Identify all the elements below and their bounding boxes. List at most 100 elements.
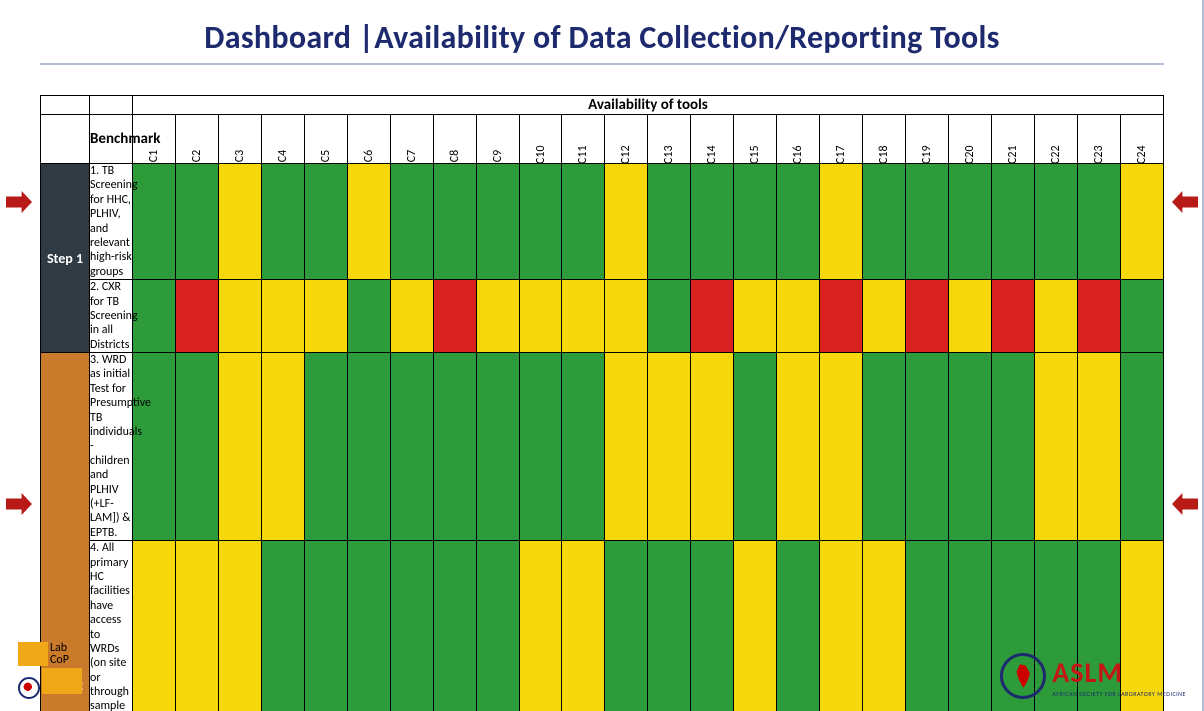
availability-heatmap-table: Availability of toolsBenchmarkC1C2C3C4C5… [40,95,1164,711]
title-underline [40,63,1164,65]
column-header: C6 [347,115,390,164]
heatmap-cell [734,353,777,541]
heatmap-cell [863,280,906,353]
heatmap-cell [132,353,175,541]
heatmap-cell [777,280,820,353]
heatmap-cell [261,280,304,353]
aslm-logo: ASLMAFRICAN SOCIETY FOR LABORATORY MEDIC… [1000,653,1186,699]
column-header: C20 [949,115,992,164]
heatmap-cell [906,280,949,353]
heatmap-cell [734,280,777,353]
heatmap-cell [347,164,390,280]
column-header: C1 [132,115,175,164]
column-header: C9 [476,115,519,164]
heatmap-cell [906,164,949,280]
heatmap-cell [132,164,175,280]
heatmap-cell [304,353,347,541]
benchmark-label: 1. TB Screening for HHC, PLHIV, and rele… [90,164,133,280]
heatmap-cell [1077,280,1120,353]
heatmap-cell [605,280,648,353]
page-title: Dashboard |Availability of Data Collecti… [40,18,1164,57]
heatmap-cell [1034,280,1077,353]
heatmap-cell [691,353,734,541]
heatmap-cell [992,353,1035,541]
heatmap-cell [691,164,734,280]
heatmap-cell [1120,164,1163,280]
heatmap-cell [1034,353,1077,541]
column-header: C4 [261,115,304,164]
heatmap-cell [218,353,261,541]
column-group-header: Availability of tools [132,96,1163,115]
benchmark-label: 2. CXR for TB Screening in all Districts [90,280,133,353]
benchmark-header: Benchmark [90,115,133,164]
heatmap-cell [863,164,906,280]
heatmap-cell [476,353,519,541]
heatmap-cell [777,164,820,280]
heatmap-cell [992,164,1035,280]
column-header: C13 [648,115,691,164]
heatmap-cell [863,353,906,541]
column-header: C3 [218,115,261,164]
heatmap-cell [218,164,261,280]
heatmap-cell [648,353,691,541]
column-header: C15 [734,115,777,164]
heatmap-cell [175,164,218,280]
callout-arrow-left-row12 [6,493,32,515]
heatmap-cell [906,353,949,541]
heatmap-cell [562,164,605,280]
column-header: C16 [777,115,820,164]
heatmap-cell [949,280,992,353]
column-header: C14 [691,115,734,164]
heatmap-cell [433,280,476,353]
heatmap-cell [820,353,863,541]
callout-arrow-left-row2 [6,191,32,213]
column-header: C21 [992,115,1035,164]
column-header: C18 [863,115,906,164]
heatmap-cell [476,164,519,280]
heatmap-cell [1120,353,1163,541]
heatmap-cell [347,353,390,541]
heatmap-cell [734,164,777,280]
heatmap-cell [1077,164,1120,280]
heatmap-cell [648,164,691,280]
heatmap-cell [218,280,261,353]
column-header: C23 [1077,115,1120,164]
column-header: C22 [1034,115,1077,164]
heatmap-cell [691,280,734,353]
heatmap-cell [1120,280,1163,353]
heatmap-cell [992,280,1035,353]
heatmap-cell [175,280,218,353]
heatmap-cell [390,164,433,280]
heatmap-cell [132,280,175,353]
heatmap-cell [261,164,304,280]
heatmap-cell [476,280,519,353]
heatmap-cell [390,280,433,353]
heatmap-cell [519,353,562,541]
column-header: C2 [175,115,218,164]
heatmap-cell [519,164,562,280]
column-header: C17 [820,115,863,164]
column-header: C12 [605,115,648,164]
heatmap-cell [820,280,863,353]
heatmap-cell [562,280,605,353]
heatmap-cell [519,280,562,353]
callout-arrow-right-row2 [1172,191,1198,213]
labcop-logo: LabCoP [18,642,82,699]
heatmap-cell [1034,164,1077,280]
heatmap-cell [347,280,390,353]
column-header: C10 [519,115,562,164]
benchmark-label: 3. WRD as initial Test for Presumptive T… [90,353,133,541]
column-header: C11 [562,115,605,164]
heatmap-cell [433,353,476,541]
heatmap-cell [304,280,347,353]
heatmap-cell [1077,353,1120,541]
column-header: C24 [1120,115,1163,164]
heatmap-cell [949,353,992,541]
heatmap-cell [605,164,648,280]
column-header: C5 [304,115,347,164]
heatmap-cell [777,353,820,541]
callout-arrow-right-row12 [1172,493,1198,515]
heatmap-cell [433,164,476,280]
heatmap-cell [304,164,347,280]
heatmap-cell [605,353,648,541]
